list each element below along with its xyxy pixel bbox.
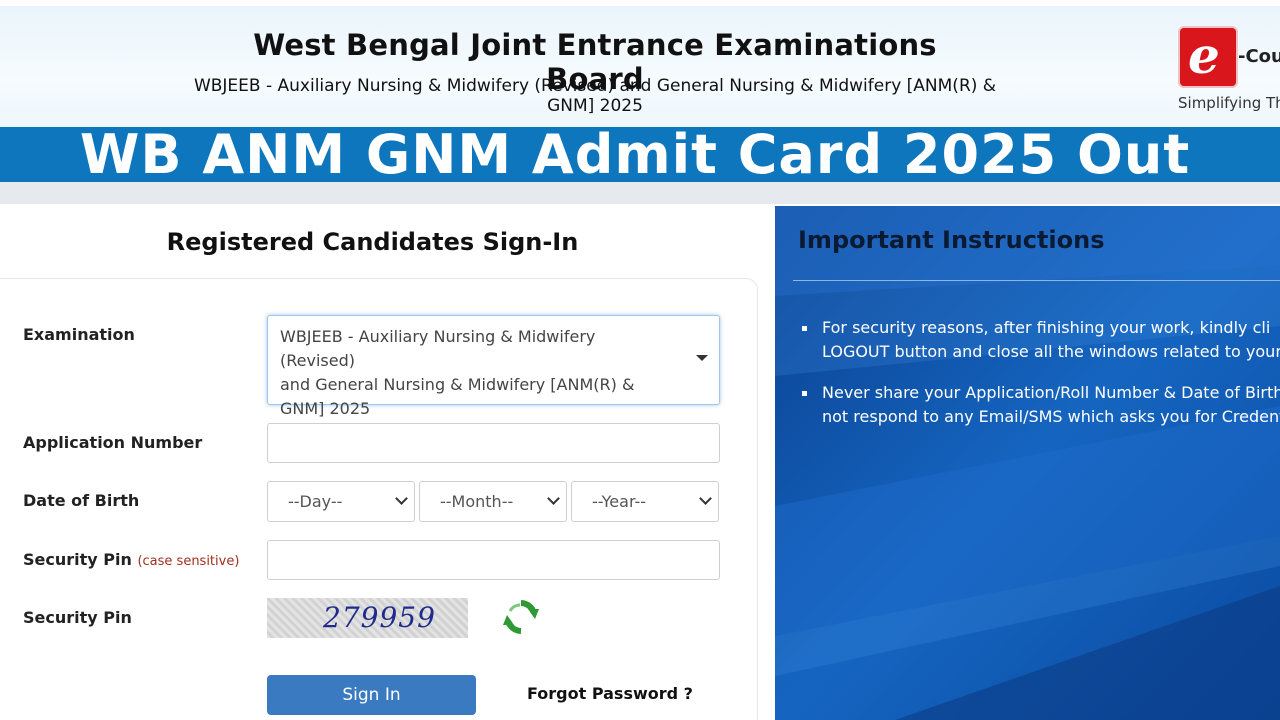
instruction-item-1: For security reasons, after finishing yo… <box>822 316 1280 364</box>
divider-strip <box>0 182 1280 204</box>
instruction-2-line1: Never share your Application/Roll Number… <box>822 383 1280 402</box>
signin-title: Registered Candidates Sign-In <box>166 228 579 256</box>
refresh-icon[interactable] <box>502 598 540 636</box>
page: West Bengal Joint Entrance Examinations … <box>0 0 1280 720</box>
chevron-down-icon <box>696 355 708 361</box>
security-pin-label: Security Pin (case sensitive) <box>23 550 239 569</box>
dob-day-value: --Day-- <box>288 492 343 511</box>
examination-option-line1: WBJEEB - Auxiliary Nursing & Midwifery (… <box>280 327 596 370</box>
bullet-icon <box>802 391 807 396</box>
logo-tagline: Simplifying Th <box>1178 94 1280 112</box>
case-sensitive-hint: (case sensitive) <box>137 554 240 569</box>
logo-mark: e <box>1180 26 1236 86</box>
instructions-divider <box>793 280 1280 281</box>
dob-year-select[interactable]: --Year-- <box>571 481 719 522</box>
chevron-down-icon <box>699 492 712 505</box>
dob-day-select[interactable]: --Day-- <box>267 481 415 522</box>
examination-label: Examination <box>23 325 135 344</box>
bullet-icon <box>802 326 807 331</box>
application-number-input[interactable] <box>267 423 720 463</box>
dob-year-value: --Year-- <box>592 492 647 511</box>
forgot-password-link[interactable]: Forgot Password ? <box>527 684 693 703</box>
instructions-panel: Important Instructions For security reas… <box>775 206 1280 720</box>
dob-month-value: --Month-- <box>440 492 514 511</box>
security-pin-input[interactable] <box>267 540 720 580</box>
date-of-birth-label: Date of Birth <box>23 491 140 510</box>
examination-select[interactable]: WBJEEB - Auxiliary Nursing & Midwifery (… <box>267 315 720 418</box>
instruction-item-2: Never share your Application/Roll Number… <box>822 381 1280 429</box>
examination-option-line2: and General Nursing & Midwifery [ANM(R) … <box>280 375 635 394</box>
application-number-label: Application Number <box>23 433 203 452</box>
captcha-image: 279959 <box>267 598 468 638</box>
banner-text: WB ANM GNM Admit Card 2025 Out <box>79 123 1191 186</box>
examination-option-line3: GNM] 2025 <box>280 399 371 418</box>
exam-subtitle: WBJEEB - Auxiliary Nursing & Midwifery (… <box>160 76 1030 116</box>
captcha-text: 279959 <box>323 601 436 634</box>
chevron-down-icon <box>547 492 560 505</box>
captcha-label: Security Pin <box>23 608 132 627</box>
instruction-1-line2: LOGOUT button and close all the windows … <box>822 342 1280 361</box>
ecounselling-logo: e -Cou Simplifying Th <box>1172 24 1280 114</box>
instructions-title: Important Instructions <box>798 226 1105 254</box>
announcement-banner: WB ANM GNM Admit Card 2025 Out <box>0 123 1280 186</box>
security-pin-label-text: Security Pin <box>23 550 132 569</box>
exam-subtitle-line2: GNM] 2025 <box>547 96 643 116</box>
instruction-1-line1: For security reasons, after finishing yo… <box>822 318 1271 337</box>
exam-subtitle-line1: WBJEEB - Auxiliary Nursing & Midwifery (… <box>193 76 997 96</box>
logo-letter: e <box>1188 26 1220 85</box>
site-header: West Bengal Joint Entrance Examinations … <box>0 0 1280 127</box>
sign-in-button[interactable]: Sign In <box>267 675 476 715</box>
chevron-down-icon <box>395 492 408 505</box>
panel-background <box>775 206 1280 720</box>
instruction-2-line2: not respond to any Email/SMS which asks … <box>822 407 1280 426</box>
logo-word: -Cou <box>1238 46 1280 67</box>
dob-month-select[interactable]: --Month-- <box>419 481 567 522</box>
